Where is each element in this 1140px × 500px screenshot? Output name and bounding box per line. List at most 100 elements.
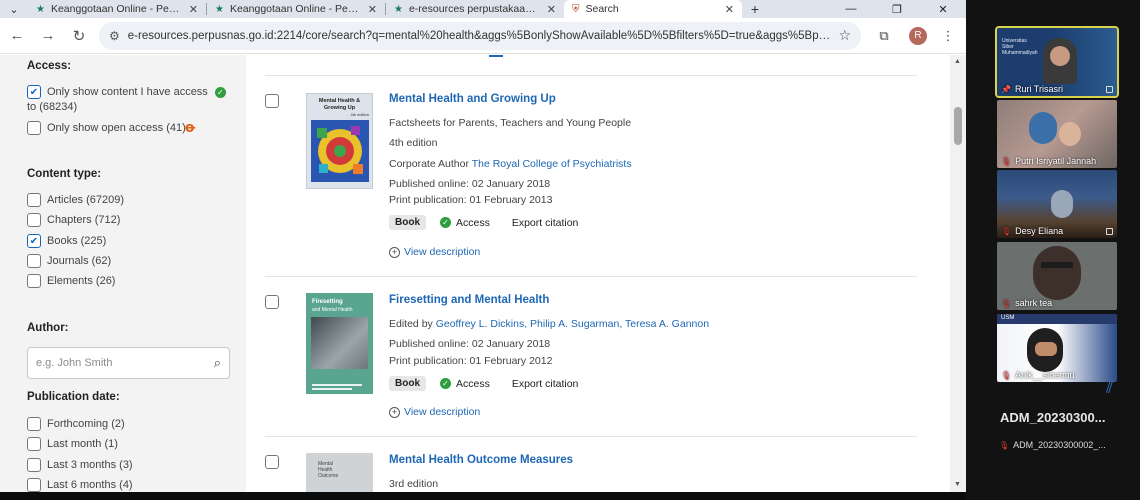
publication-date-facet-title: Publication date: bbox=[27, 391, 120, 403]
tab-search-icon[interactable]: ⌄ bbox=[0, 0, 28, 18]
profile-avatar[interactable]: R bbox=[909, 26, 927, 45]
checkbox[interactable] bbox=[27, 193, 41, 207]
scroll-up-icon[interactable]: ▲ bbox=[954, 58, 961, 65]
menu-kebab-icon[interactable]: ⋮ bbox=[935, 23, 961, 49]
tab-keanggotaan-2[interactable]: ★ Keanggotaan Online - Pendafta ✕ bbox=[207, 0, 385, 18]
content-type-books[interactable]: ✔ Books (225) bbox=[27, 234, 106, 249]
pubdate-last-3-months[interactable]: Last 3 months (3) bbox=[27, 458, 133, 473]
author-link[interactable]: The Royal College of Psychiatrists bbox=[472, 158, 632, 170]
published-online: Published online: 02 January 2018 bbox=[389, 338, 551, 350]
tab-strip: ⌄ ★ Keanggotaan Online - Pendafta ✕ ★ Ke… bbox=[0, 0, 966, 18]
participant-tile[interactable]: 🎙︎ Desy Eliana bbox=[997, 170, 1117, 238]
close-window-icon[interactable]: ✕ bbox=[920, 0, 966, 18]
tab-e-resources[interactable]: ★ e-resources perpustakaan nask ✕ bbox=[386, 0, 564, 18]
reload-icon[interactable]: ↻ bbox=[65, 22, 93, 50]
close-icon[interactable]: ✕ bbox=[368, 3, 377, 16]
type-badge: Book bbox=[389, 215, 426, 230]
select-result-checkbox[interactable] bbox=[265, 295, 279, 309]
pin-icon: 📌 bbox=[1001, 84, 1011, 94]
checkbox[interactable] bbox=[27, 458, 41, 472]
extensions-icon[interactable]: ⧉ bbox=[871, 23, 897, 49]
participant-tile[interactable]: USM 🎙︎ Anik__sibermu bbox=[997, 314, 1117, 382]
author-search-input[interactable] bbox=[36, 357, 214, 369]
select-result-checkbox[interactable] bbox=[265, 94, 279, 108]
content-type-facet-title: Content type: bbox=[27, 168, 102, 180]
puzzle-artwork bbox=[311, 120, 369, 182]
view-description-toggle[interactable]: + View description bbox=[389, 246, 480, 258]
restore-icon[interactable]: ❐ bbox=[874, 0, 920, 18]
access-indicator: ✓ Access bbox=[440, 217, 490, 229]
checkbox[interactable] bbox=[27, 254, 41, 268]
mic-muted-icon: 🎙︎ bbox=[1001, 156, 1012, 166]
result-title-link[interactable]: Mental Health and Growing Up bbox=[389, 93, 556, 105]
checkbox[interactable] bbox=[27, 213, 41, 227]
checkbox-checked[interactable]: ✔ bbox=[27, 234, 41, 248]
checkbox[interactable] bbox=[27, 274, 41, 288]
scroll-thumb[interactable] bbox=[954, 107, 962, 145]
type-badge: Book bbox=[389, 376, 426, 391]
access-facet-title: Access: bbox=[27, 60, 72, 72]
export-citation-link[interactable]: Export citation bbox=[512, 217, 579, 229]
content-type-journals[interactable]: Journals (62) bbox=[27, 254, 111, 269]
content-type-chapters[interactable]: Chapters (712) bbox=[27, 213, 120, 228]
participant-tile-speaker[interactable]: Universitas Siber Muhammadiyah 📌 Ruri Tr… bbox=[995, 26, 1119, 98]
access-option-open[interactable]: Only show open access (41) bbox=[27, 121, 186, 136]
checkbox[interactable] bbox=[27, 417, 41, 431]
browser-toolbar: ← → ↻ ⚙ e-resources.perpusnas.go.id:2214… bbox=[0, 18, 966, 54]
mic-muted-icon: 🎙︎ bbox=[999, 440, 1010, 450]
participant-tile[interactable]: 🎙︎ Putri Isriyatil Jannah bbox=[997, 100, 1117, 168]
minimize-icon[interactable]: — bbox=[828, 0, 874, 18]
close-icon[interactable]: ✕ bbox=[189, 3, 198, 16]
screen: ⌄ ★ Keanggotaan Online - Pendafta ✕ ★ Ke… bbox=[0, 0, 1140, 500]
access-check-icon: ✓ bbox=[440, 378, 451, 389]
book-cover[interactable]: Mental Health & Growing Up 4th edition bbox=[306, 93, 373, 189]
loading-stripes-icon: ⫽ bbox=[1106, 380, 1114, 397]
screen-share-icon bbox=[1106, 228, 1113, 235]
access-option-available[interactable]: ✔ Only show content I have access ✓ bbox=[27, 85, 227, 100]
mic-muted-icon: 🎙︎ bbox=[1001, 370, 1012, 380]
tab-keanggotaan-1[interactable]: ★ Keanggotaan Online - Pendafta ✕ bbox=[28, 0, 206, 18]
bookmark-star-icon[interactable]: ☆ bbox=[838, 27, 851, 44]
result-title-link[interactable]: Mental Health Outcome Measures bbox=[389, 454, 573, 466]
forward-icon[interactable]: → bbox=[34, 22, 62, 50]
filter-sidebar: Access: ✔ Only show content I have acces… bbox=[0, 55, 246, 492]
site-info-icon[interactable]: ⚙ bbox=[109, 29, 120, 43]
search-icon[interactable]: ⌕ bbox=[214, 355, 221, 371]
editors-link[interactable]: Geoffrey L. Dickins, Philip A. Sugarman,… bbox=[436, 318, 709, 330]
green-star-icon: ★ bbox=[36, 3, 45, 15]
pubdate-last-month[interactable]: Last month (1) bbox=[27, 437, 118, 452]
author-search-field[interactable]: ⌕ bbox=[27, 347, 230, 379]
back-icon[interactable]: ← bbox=[3, 22, 31, 50]
view-description-toggle[interactable]: + View description bbox=[389, 406, 480, 418]
close-icon[interactable]: ✕ bbox=[547, 3, 556, 16]
published-online: Published online: 02 January 2018 bbox=[389, 178, 551, 190]
checkbox[interactable] bbox=[27, 437, 41, 451]
pubdate-last-6-months[interactable]: Last 6 months (4) bbox=[27, 478, 133, 492]
checkbox[interactable] bbox=[27, 478, 41, 492]
address-bar[interactable]: ⚙ e-resources.perpusnas.go.id:2214/core/… bbox=[99, 21, 861, 50]
book-cover[interactable]: Mental Health Outcome bbox=[306, 453, 373, 492]
checkbox[interactable] bbox=[27, 121, 41, 135]
result-title-link[interactable]: Firesetting and Mental Health bbox=[389, 294, 549, 306]
tab-search[interactable]: ⛨ Search ✕ bbox=[564, 0, 742, 18]
content-type-elements[interactable]: Elements (26) bbox=[27, 274, 115, 289]
book-cover[interactable]: Firesetting and Mental Health bbox=[306, 293, 373, 394]
expand-plus-icon: + bbox=[389, 406, 400, 418]
result-badges: Book ✓ Access Export citation bbox=[389, 215, 578, 230]
new-tab-button[interactable]: + bbox=[742, 0, 768, 18]
browser-window: ⌄ ★ Keanggotaan Online - Pendafta ✕ ★ Ke… bbox=[0, 0, 966, 492]
page-scrollbar[interactable]: ▲ ▼ bbox=[950, 55, 966, 492]
mic-muted-icon: 🎙︎ bbox=[1001, 226, 1012, 236]
checkbox-checked[interactable]: ✔ bbox=[27, 85, 41, 99]
pubdate-forthcoming[interactable]: Forthcoming (2) bbox=[27, 417, 125, 432]
participant-tile[interactable]: 🎙︎ sahrk tea bbox=[997, 242, 1117, 310]
export-citation-link[interactable]: Export citation bbox=[512, 378, 579, 390]
close-icon[interactable]: ✕ bbox=[725, 3, 734, 16]
url-text[interactable]: e-resources.perpusnas.go.id:2214/core/se… bbox=[128, 30, 831, 42]
select-result-checkbox[interactable] bbox=[265, 455, 279, 469]
scroll-down-icon[interactable]: ▼ bbox=[954, 481, 961, 488]
slide-caption: Universitas Siber Muhammadiyah bbox=[1002, 38, 1038, 56]
access-option-count: to (68234) bbox=[27, 101, 78, 113]
tab-underline bbox=[489, 55, 503, 57]
content-type-articles[interactable]: Articles (67209) bbox=[27, 193, 124, 208]
